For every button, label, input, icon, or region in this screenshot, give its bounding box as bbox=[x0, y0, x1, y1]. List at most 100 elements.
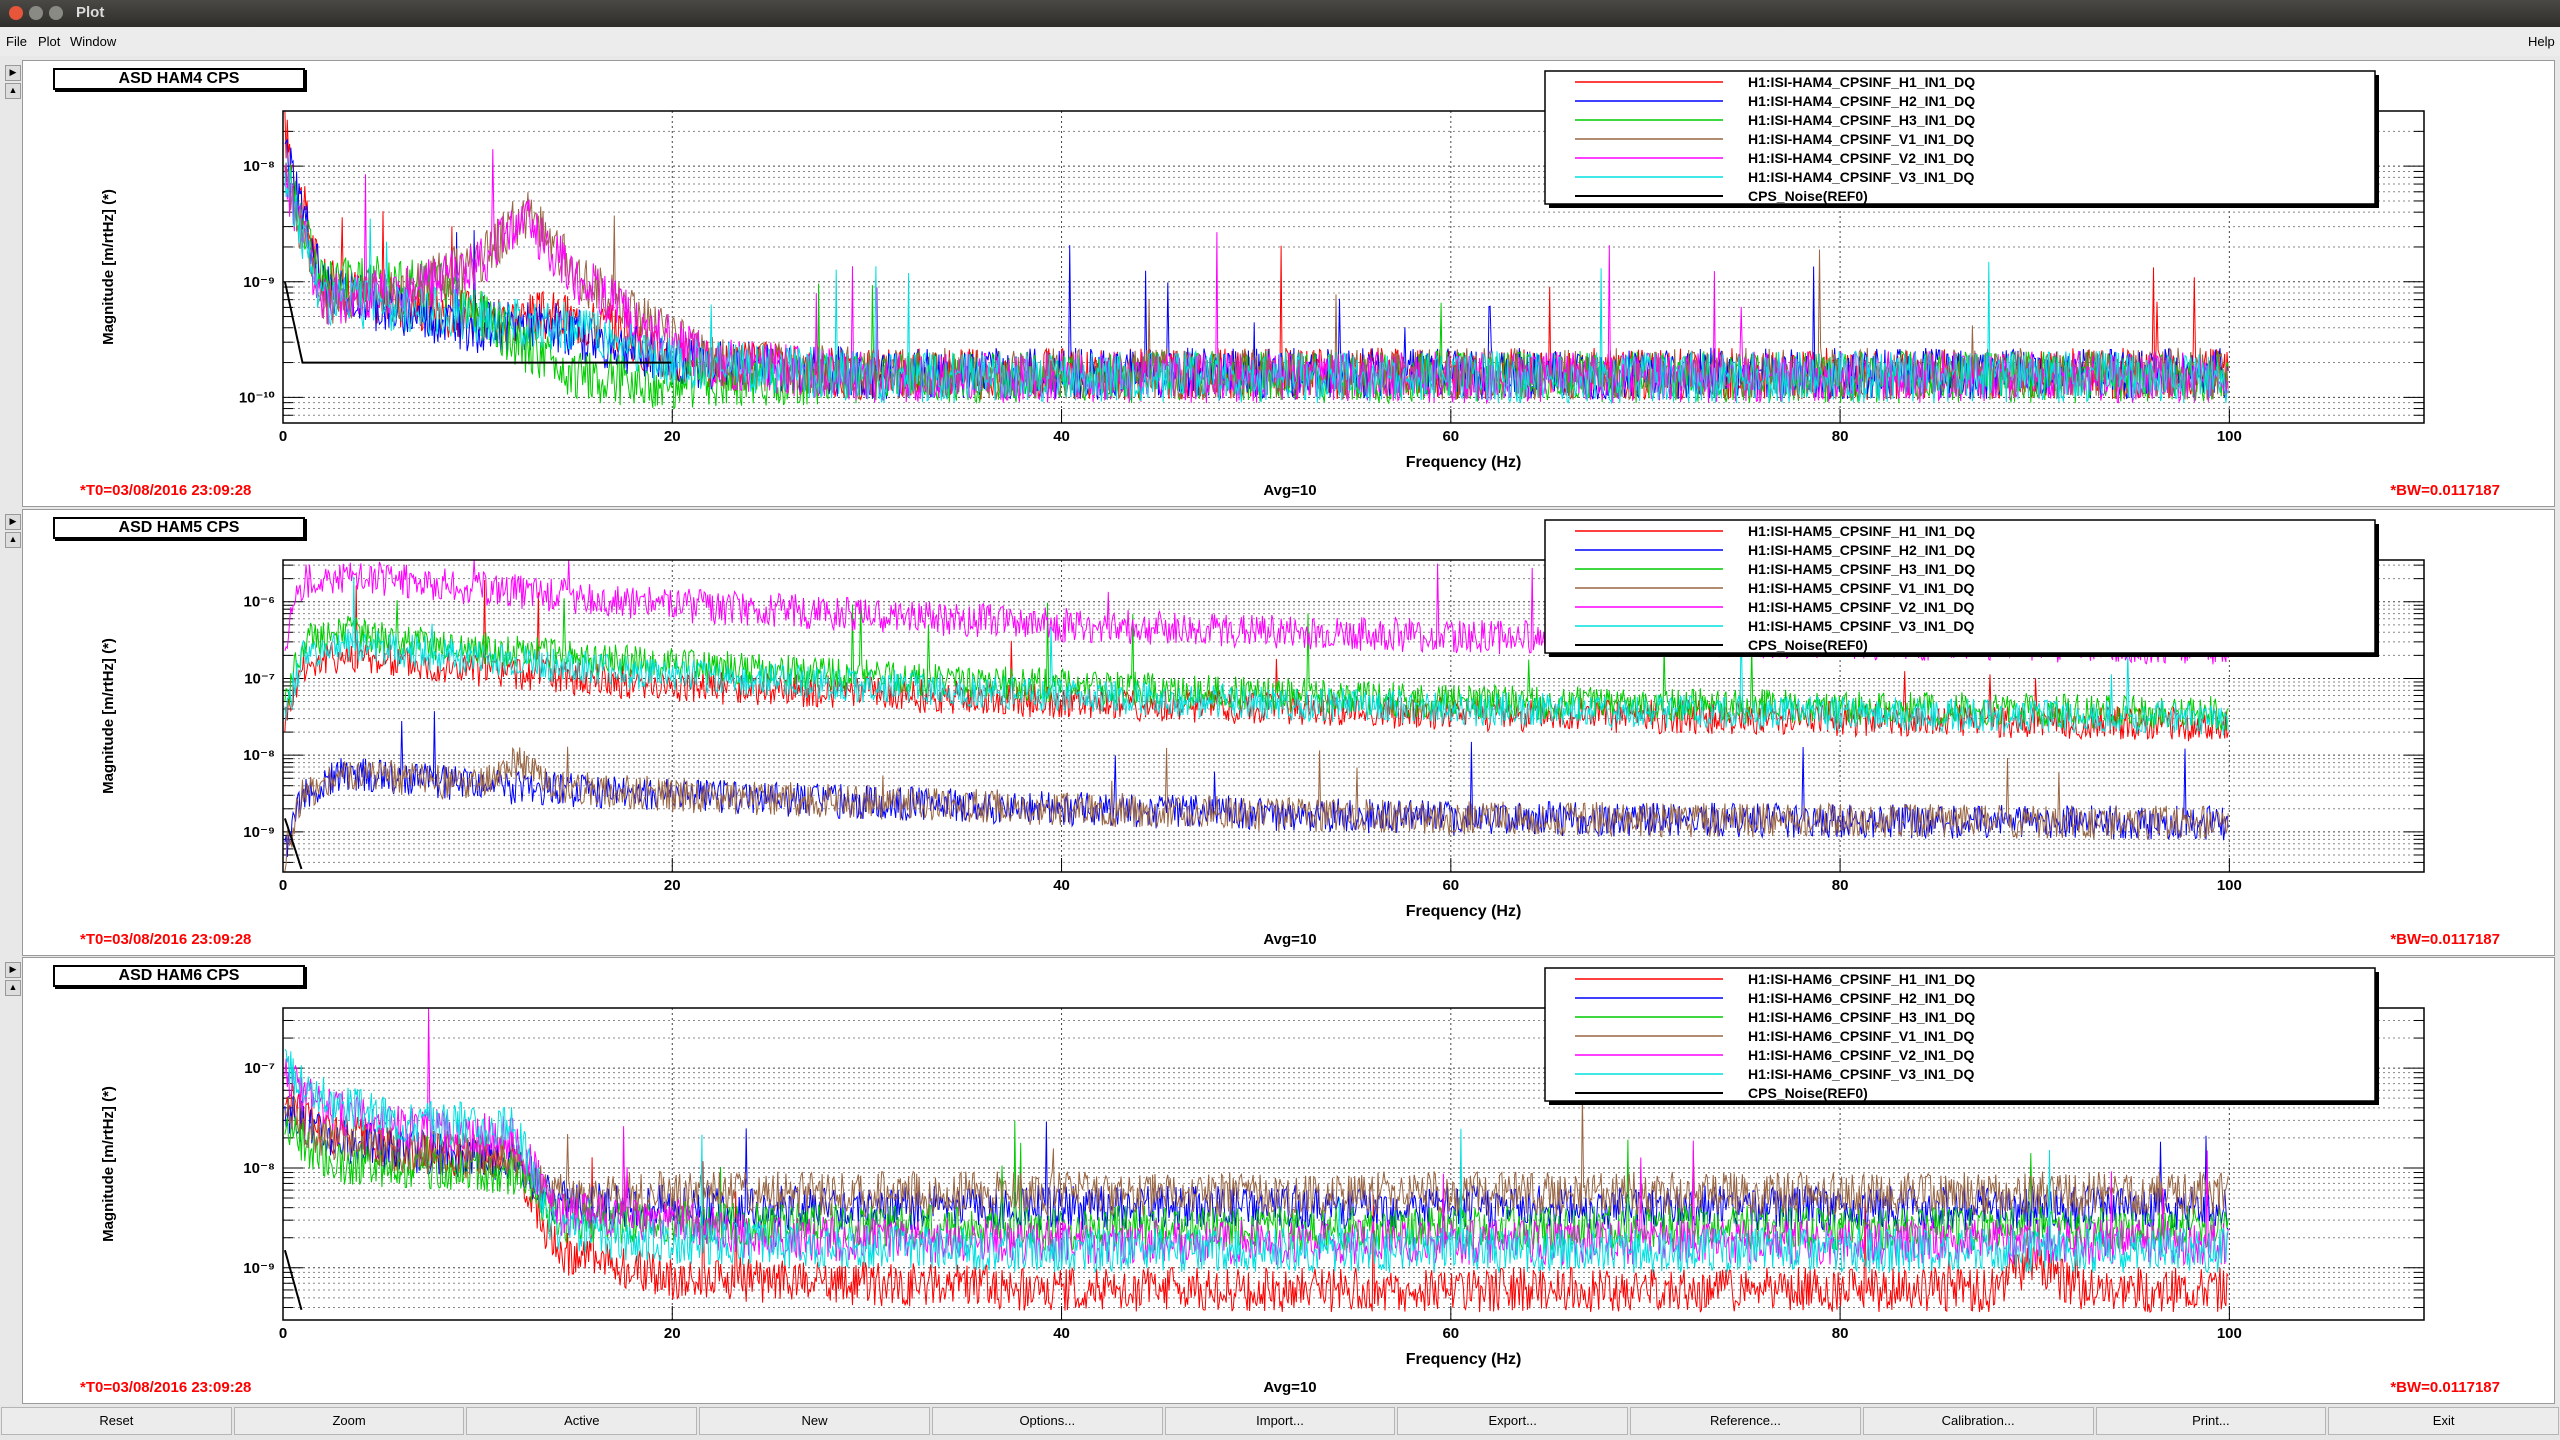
button-active[interactable]: Active bbox=[466, 1407, 698, 1435]
x-tick-label: 60 bbox=[1442, 428, 1459, 445]
menu-file[interactable]: File bbox=[6, 34, 27, 49]
pad-expand-button[interactable]: ▶ bbox=[5, 962, 21, 978]
x-tick-label: 100 bbox=[2217, 428, 2242, 445]
bandwidth-label: *BW=0.0117187 bbox=[2390, 482, 2500, 499]
legend[interactable]: H1:ISI-HAM4_CPSINF_H1_IN1_DQ H1:ISI-HAM4_… bbox=[1544, 70, 2379, 208]
y-tick-label: 10⁻¹⁰ bbox=[239, 389, 275, 406]
start-time-label: *T0=03/08/2016 23:09:28 bbox=[80, 931, 251, 948]
menu-help[interactable]: Help bbox=[2528, 34, 2555, 49]
legend-entry: H1:ISI-HAM6_CPSINF_V2_IN1_DQ bbox=[1748, 1047, 1975, 1063]
legend-entry: H1:ISI-HAM5_CPSINF_V1_IN1_DQ bbox=[1748, 580, 1975, 596]
title-bar: Plot bbox=[0, 0, 2560, 27]
x-axis-label: Frequency (Hz) bbox=[1406, 454, 1522, 471]
pad-expand-button[interactable]: ▶ bbox=[5, 65, 21, 81]
average-count-label: Avg=10 bbox=[1263, 931, 1316, 948]
legend-entry: CPS_Noise(REF0) bbox=[1748, 637, 1868, 653]
button-reset[interactable]: Reset bbox=[1, 1407, 232, 1435]
x-tick-label: 100 bbox=[2217, 1325, 2242, 1342]
series-line-v1 bbox=[284, 1091, 2229, 1218]
y-tick-label: 10⁻⁸ bbox=[243, 747, 275, 764]
button-import[interactable]: Import... bbox=[1164, 1407, 1396, 1435]
legend-entry: CPS_Noise(REF0) bbox=[1748, 188, 1868, 204]
x-tick-label: 80 bbox=[1832, 1325, 1849, 1342]
y-tick-label: 10⁻⁷ bbox=[244, 1060, 275, 1077]
button-zoom[interactable]: Zoom bbox=[233, 1407, 465, 1435]
legend[interactable]: H1:ISI-HAM6_CPSINF_H1_IN1_DQ H1:ISI-HAM6_… bbox=[1544, 967, 2379, 1105]
y-axis-label: Magnitude [m/rtHz] (*) bbox=[100, 189, 117, 345]
button-new[interactable]: New bbox=[699, 1407, 930, 1435]
pad-expand-button[interactable]: ▶ bbox=[5, 514, 21, 530]
button-print[interactable]: Print... bbox=[2095, 1407, 2327, 1435]
button-exit[interactable]: Exit bbox=[2328, 1407, 2559, 1435]
legend-entry: H1:ISI-HAM4_CPSINF_H2_IN1_DQ bbox=[1748, 93, 1975, 109]
button-bar: Reset Zoom Active New Options... Import... Exp… bbox=[0, 1405, 2560, 1440]
pad-collapse-button[interactable]: ▲ bbox=[5, 980, 21, 996]
x-tick-label: 40 bbox=[1053, 1325, 1070, 1342]
legend-entry: H1:ISI-HAM5_CPSINF_H3_IN1_DQ bbox=[1748, 561, 1975, 577]
legend-entry: H1:ISI-HAM5_CPSINF_H1_IN1_DQ bbox=[1748, 523, 1975, 539]
x-tick-label: 40 bbox=[1053, 877, 1070, 894]
legend-entry: H1:ISI-HAM4_CPSINF_V3_IN1_DQ bbox=[1748, 169, 1975, 185]
x-tick-label: 60 bbox=[1442, 1325, 1459, 1342]
legend-entry: H1:ISI-HAM6_CPSINF_V3_IN1_DQ bbox=[1748, 1066, 1975, 1082]
pad-collapse-button[interactable]: ▲ bbox=[5, 83, 21, 99]
maximize-window-button[interactable] bbox=[49, 6, 63, 20]
x-tick-label: 80 bbox=[1832, 428, 1849, 445]
x-tick-label: 40 bbox=[1053, 428, 1070, 445]
menu-plot[interactable]: Plot bbox=[38, 34, 60, 49]
y-tick-label: 10⁻⁹ bbox=[243, 1260, 275, 1277]
legend-entry: H1:ISI-HAM5_CPSINF_V3_IN1_DQ bbox=[1748, 618, 1975, 634]
series-line-ref bbox=[283, 1249, 303, 1311]
button-reference[interactable]: Reference... bbox=[1630, 1407, 1861, 1435]
window-title: Plot bbox=[76, 4, 105, 21]
close-window-button[interactable] bbox=[9, 6, 23, 20]
asd-chart-3[interactable]: 0 20 40 60 80 100 10⁻⁷ 10⁻⁸ 10⁻⁹ Frequency (Hz) Ma… bbox=[23, 960, 2553, 1403]
menu-window[interactable]: Window bbox=[70, 34, 116, 49]
y-tick-label: 10⁻⁸ bbox=[243, 158, 275, 175]
x-tick-label: 0 bbox=[279, 1325, 287, 1342]
x-tick-label: 20 bbox=[664, 877, 681, 894]
button-calibration[interactable]: Calibration... bbox=[1862, 1407, 2094, 1435]
start-time-label: *T0=03/08/2016 23:09:28 bbox=[80, 482, 251, 499]
y-tick-label: 10⁻⁹ bbox=[243, 824, 275, 841]
button-options[interactable]: Options... bbox=[931, 1407, 1163, 1435]
x-axis-label: Frequency (Hz) bbox=[1406, 903, 1522, 920]
x-tick-label: 100 bbox=[2217, 877, 2242, 894]
legend-entry: H1:ISI-HAM4_CPSINF_H1_IN1_DQ bbox=[1748, 74, 1975, 90]
series-line-v1 bbox=[284, 746, 2229, 872]
x-tick-label: 80 bbox=[1832, 877, 1849, 894]
x-tick-label: 20 bbox=[664, 428, 681, 445]
menu-bar: File Plot Window Help bbox=[0, 27, 2560, 56]
legend-entry: H1:ISI-HAM4_CPSINF_V1_IN1_DQ bbox=[1748, 131, 1975, 147]
y-tick-label: 10⁻⁹ bbox=[243, 274, 275, 291]
x-tick-label: 20 bbox=[664, 1325, 681, 1342]
legend-entry: H1:ISI-HAM6_CPSINF_H2_IN1_DQ bbox=[1748, 990, 1975, 1006]
average-count-label: Avg=10 bbox=[1263, 482, 1316, 499]
minimize-window-button[interactable] bbox=[29, 6, 43, 20]
y-tick-label: 10⁻⁷ bbox=[244, 670, 275, 687]
legend-entry: H1:ISI-HAM6_CPSINF_H3_IN1_DQ bbox=[1748, 1009, 1975, 1025]
legend-entry: H1:ISI-HAM5_CPSINF_H2_IN1_DQ bbox=[1748, 542, 1975, 558]
average-count-label: Avg=10 bbox=[1263, 1379, 1316, 1396]
button-export[interactable]: Export... bbox=[1397, 1407, 1629, 1435]
legend-entry: H1:ISI-HAM6_CPSINF_V1_IN1_DQ bbox=[1748, 1028, 1975, 1044]
legend-entry: H1:ISI-HAM4_CPSINF_H3_IN1_DQ bbox=[1748, 112, 1975, 128]
legend[interactable]: H1:ISI-HAM5_CPSINF_H1_IN1_DQ H1:ISI-HAM5_… bbox=[1544, 519, 2379, 657]
y-axis-label: Magnitude [m/rtHz] (*) bbox=[100, 1086, 117, 1242]
legend-entry: CPS_Noise(REF0) bbox=[1748, 1085, 1868, 1101]
x-tick-label: 0 bbox=[279, 428, 287, 445]
y-tick-label: 10⁻⁶ bbox=[243, 594, 275, 611]
y-axis-label: Magnitude [m/rtHz] (*) bbox=[100, 638, 117, 794]
asd-chart-2[interactable]: 0 20 40 60 80 100 10⁻⁶ 10⁻⁷ 10⁻⁸ 10⁻⁹ Frequency (H… bbox=[23, 512, 2553, 955]
pad-collapse-button[interactable]: ▲ bbox=[5, 532, 21, 548]
x-tick-label: 60 bbox=[1442, 877, 1459, 894]
legend-entry: H1:ISI-HAM5_CPSINF_V2_IN1_DQ bbox=[1748, 599, 1975, 615]
x-tick-label: 0 bbox=[279, 877, 287, 894]
start-time-label: *T0=03/08/2016 23:09:28 bbox=[80, 1379, 251, 1396]
bandwidth-label: *BW=0.0117187 bbox=[2390, 931, 2500, 948]
legend-entry: H1:ISI-HAM6_CPSINF_H1_IN1_DQ bbox=[1748, 971, 1975, 987]
legend-entry: H1:ISI-HAM4_CPSINF_V2_IN1_DQ bbox=[1748, 150, 1975, 166]
x-axis-label: Frequency (Hz) bbox=[1406, 1351, 1522, 1368]
bandwidth-label: *BW=0.0117187 bbox=[2390, 1379, 2500, 1396]
asd-chart-1[interactable]: 0 20 40 60 80 100 10⁻⁸ 10⁻⁹ 10⁻¹⁰ Frequency (Hz) M… bbox=[23, 63, 2553, 506]
